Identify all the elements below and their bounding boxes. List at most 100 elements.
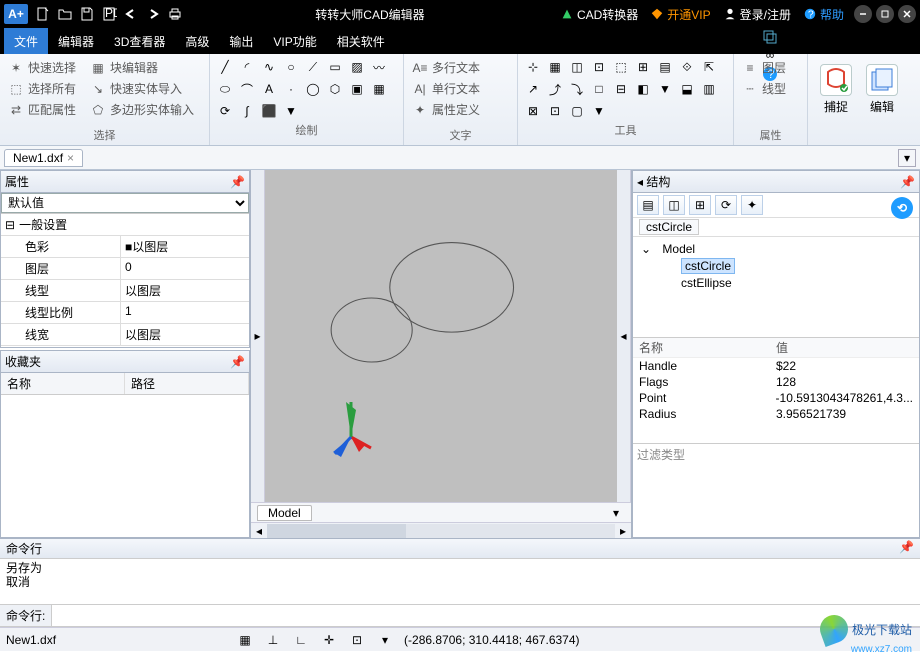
sb-snap-icon[interactable]: ⊥ — [264, 631, 282, 649]
canvas-nav-right-icon[interactable]: ◂ — [617, 170, 631, 502]
copy-layout-icon[interactable] — [760, 28, 780, 44]
line-icon[interactable]: ╱ — [216, 58, 234, 76]
ellipse-icon[interactable]: ⬭ — [216, 80, 234, 98]
canvas-nav-left-icon[interactable]: ▸ — [251, 170, 265, 502]
tool4-icon[interactable]: ⊡ — [590, 58, 608, 76]
tool1-icon[interactable]: ⊹ — [524, 58, 542, 76]
sb-dropdown-icon[interactable]: ▾ — [376, 631, 394, 649]
curve-icon[interactable]: ∫ — [238, 102, 256, 120]
tool22-icon[interactable]: ▼ — [590, 102, 608, 120]
tool7-icon[interactable]: ▤ — [656, 58, 674, 76]
arc2-icon[interactable]: ⌒ — [238, 80, 256, 98]
quick-import[interactable]: ↘快速实体导入 — [88, 79, 184, 98]
tool11-icon[interactable]: ⤴ — [546, 80, 564, 98]
drawing-canvas[interactable] — [265, 170, 617, 502]
cad-converter-link[interactable]: CAD转换器 — [560, 6, 638, 23]
menu-editor[interactable]: 编辑器 — [48, 28, 104, 54]
more-draw-icon[interactable]: ▼ — [282, 102, 300, 120]
menu-advanced[interactable]: 高级 — [175, 28, 219, 54]
file-tab[interactable]: New1.dxf × — [4, 149, 83, 167]
scroll-right-icon[interactable]: ▸ — [615, 524, 631, 538]
tool5-icon[interactable]: ⬚ — [612, 58, 630, 76]
rect-icon[interactable]: ▭ — [326, 58, 344, 76]
tool2-icon[interactable]: ▦ — [546, 58, 564, 76]
st-view1-icon[interactable]: ▤ — [637, 195, 659, 215]
linetype[interactable]: ┄线型 — [740, 79, 801, 98]
open-icon[interactable] — [54, 3, 76, 25]
tab-dropdown-icon[interactable]: ▾ — [898, 149, 916, 167]
close-icon[interactable] — [898, 5, 916, 23]
layers[interactable]: ≡图层 — [740, 58, 801, 77]
tool19-icon[interactable]: ⊠ — [524, 102, 542, 120]
pin-icon[interactable]: 📌 — [230, 175, 245, 189]
filter-type[interactable]: 过滤类型 — [633, 443, 919, 465]
command-history[interactable]: 另存为 取消 — [0, 559, 920, 605]
st-refresh-icon[interactable]: ⟳ — [715, 195, 737, 215]
tree-item-circle[interactable]: cstCircle — [641, 257, 911, 275]
minimize-icon[interactable] — [854, 5, 872, 23]
block-editor[interactable]: ▦块编辑器 — [88, 58, 160, 77]
help-link[interactable]: ?帮助 — [803, 6, 844, 23]
sb-grid-icon[interactable]: ▦ — [236, 631, 254, 649]
polygon-entity[interactable]: ⬠多边形实体输入 — [88, 100, 196, 119]
tool8-icon[interactable]: ⟐ — [678, 58, 696, 76]
block-icon[interactable]: ▣ — [348, 80, 366, 98]
tool15-icon[interactable]: ◧ — [634, 80, 652, 98]
scroll-left-icon[interactable]: ◂ — [251, 524, 267, 538]
mtext[interactable]: A≡多行文本 — [410, 58, 511, 77]
point-icon[interactable]: · — [282, 80, 300, 98]
sb-polar-icon[interactable]: ✛ — [320, 631, 338, 649]
tool6-icon[interactable]: ⊞ — [634, 58, 652, 76]
general-section[interactable]: ⊟一般设置 — [1, 214, 249, 236]
circle-icon[interactable]: ○ — [282, 58, 300, 76]
pin-icon[interactable]: 📌 — [899, 540, 914, 557]
ellipse2-icon[interactable]: ◯ — [304, 80, 322, 98]
tool18-icon[interactable]: ▥ — [700, 80, 718, 98]
tool13-icon[interactable]: □ — [590, 80, 608, 98]
pline-icon[interactable]: ∿ — [260, 58, 278, 76]
chevron-down-icon[interactable]: ⌄ — [641, 242, 651, 256]
redo-icon[interactable] — [142, 3, 164, 25]
menu-file[interactable]: 文件 — [4, 28, 48, 54]
pin-icon[interactable]: 📌 — [900, 175, 915, 189]
ray-icon[interactable]: ⟋ — [304, 58, 322, 76]
3d-icon[interactable]: ⬛ — [260, 102, 278, 120]
pdf-icon[interactable]: PDF — [98, 3, 120, 25]
tool17-icon[interactable]: ⬓ — [678, 80, 696, 98]
tree-item-ellipse[interactable]: cstEllipse — [641, 275, 911, 291]
quick-select[interactable]: ✶快速选择 — [6, 58, 78, 77]
match-props[interactable]: ⇄匹配属性 — [6, 100, 78, 119]
st-settings-icon[interactable]: ✦ — [741, 195, 763, 215]
sb-ortho-icon[interactable]: ∟ — [292, 631, 310, 649]
tool21-icon[interactable]: ▢ — [568, 102, 586, 120]
text-icon[interactable]: A — [260, 80, 278, 98]
tool9-icon[interactable]: ⇱ — [700, 58, 718, 76]
close-tab-icon[interactable]: × — [67, 151, 74, 165]
select-all[interactable]: ⬚选择所有 — [6, 79, 78, 98]
menu-output[interactable]: 输出 — [219, 28, 263, 54]
vip-link[interactable]: 开通VIP — [650, 6, 710, 23]
tool14-icon[interactable]: ⊟ — [612, 80, 630, 98]
edit-button[interactable]: 编辑 — [860, 60, 904, 119]
menu-3dview[interactable]: 3D查看器 — [104, 28, 175, 54]
attrdef[interactable]: ✦属性定义 — [410, 100, 511, 119]
maximize-icon[interactable] — [876, 5, 894, 23]
snap-button[interactable]: 捕捉 — [814, 60, 858, 119]
tool12-icon[interactable]: ⤵ — [568, 80, 586, 98]
tool3-icon[interactable]: ◫ — [568, 58, 586, 76]
sb-object-icon[interactable]: ⊡ — [348, 631, 366, 649]
save-icon[interactable] — [76, 3, 98, 25]
stext[interactable]: A|单行文本 — [410, 79, 511, 98]
command-input[interactable] — [52, 607, 920, 625]
hatch-icon[interactable]: ▨ — [348, 58, 366, 76]
menu-vip[interactable]: VIP功能 — [263, 28, 326, 54]
new-icon[interactable] — [32, 3, 54, 25]
st-view2-icon[interactable]: ◫ — [663, 195, 685, 215]
pin-icon[interactable]: 📌 — [230, 355, 245, 369]
tool20-icon[interactable]: ⊡ — [546, 102, 564, 120]
arc-icon[interactable]: ◜ — [238, 58, 256, 76]
rotate-icon[interactable]: ⟳ — [216, 102, 234, 120]
spline-icon[interactable]: 〰 — [370, 58, 388, 76]
sync-icon[interactable]: ⟲ — [891, 197, 913, 219]
tree-root[interactable]: ⌄ Model — [641, 241, 911, 257]
